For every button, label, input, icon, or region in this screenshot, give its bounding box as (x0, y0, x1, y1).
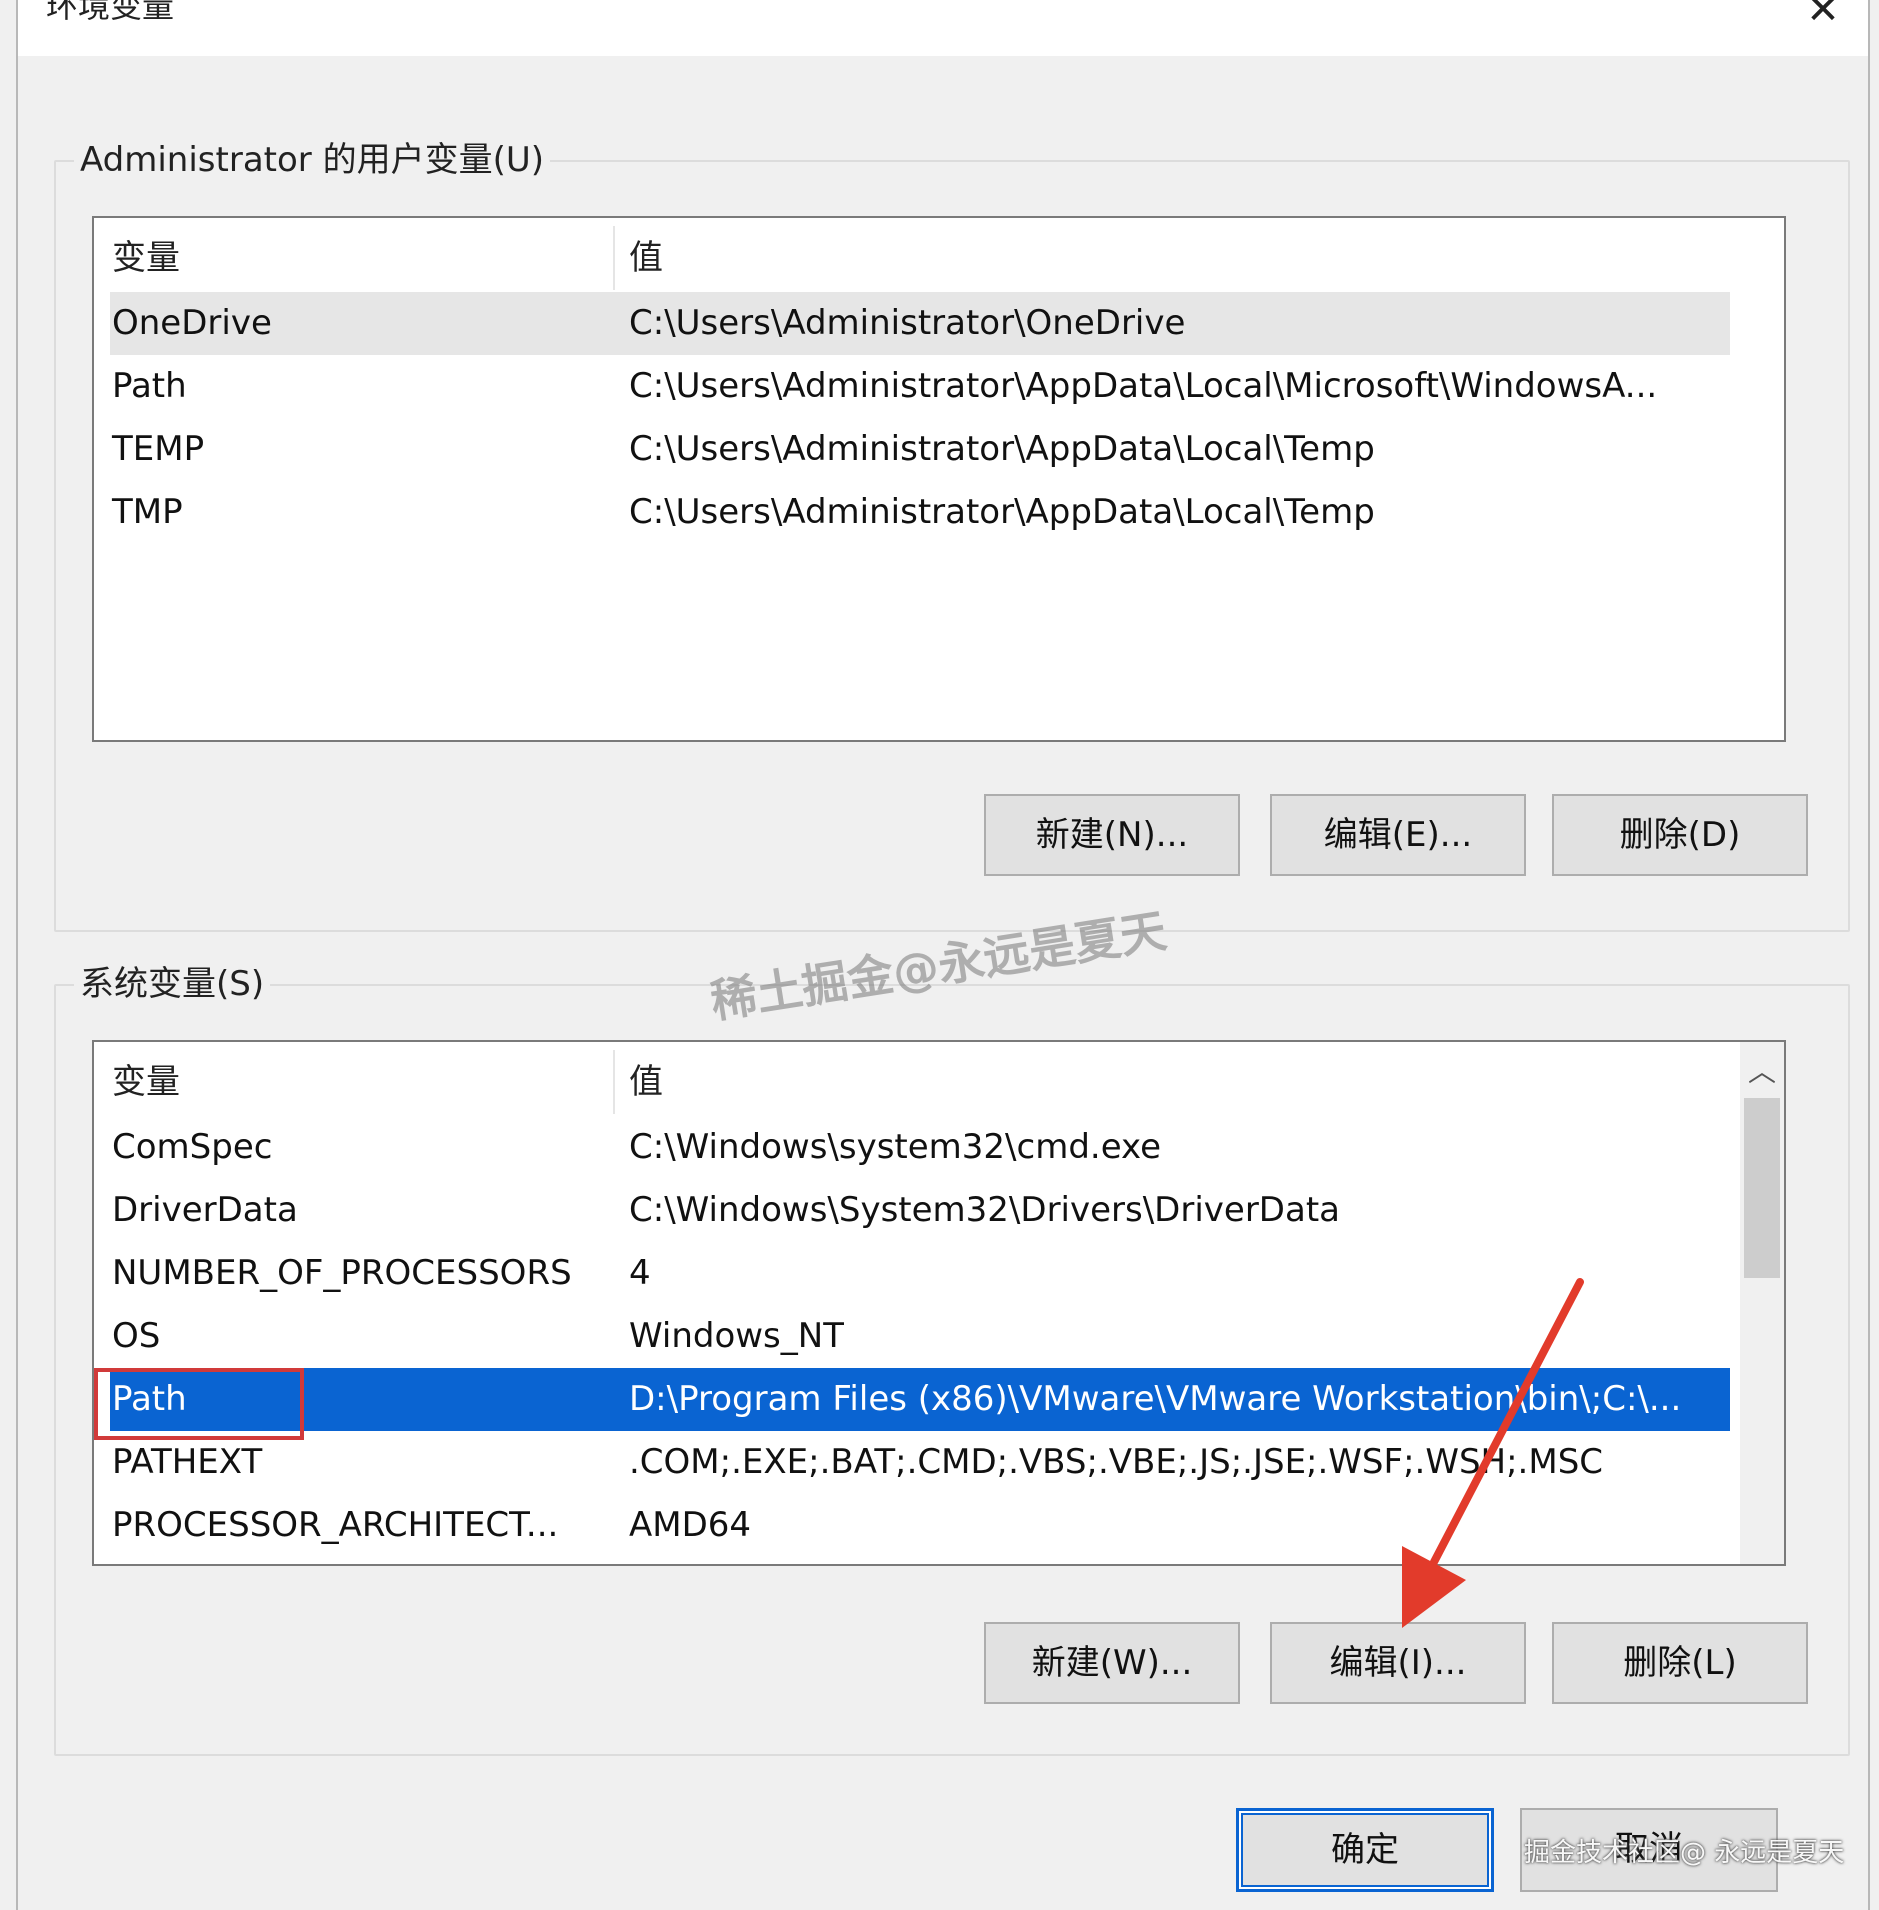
highlight-box (94, 1368, 304, 1440)
variable-value: C:\Users\Administrator\AppData\Local\Tem… (629, 492, 1375, 532)
list-header: 变量 值 (110, 1050, 663, 1114)
variable-name: NUMBER_OF_PROCESSORS (112, 1253, 572, 1293)
variable-value: 4 (629, 1253, 651, 1293)
table-row[interactable]: PROCESSOR_ARCHITECT... AMD64 (110, 1494, 1730, 1557)
column-header-variable[interactable]: 变量 (110, 226, 615, 290)
window-title: 环境变量 (46, 0, 175, 25)
user-new-button[interactable]: 新建(N)... (984, 794, 1240, 876)
variable-name: TEMP (112, 429, 205, 469)
table-row[interactable]: Path C:\Users\Administrator\AppData\Loca… (110, 355, 1730, 418)
variable-value: .COM;.EXE;.BAT;.CMD;.VBS;.VBE;.JS;.JSE;.… (629, 1442, 1604, 1482)
column-header-value[interactable]: 值 (615, 1050, 663, 1114)
system-delete-button[interactable]: 删除(L) (1552, 1622, 1808, 1704)
user-variables-group: Administrator 的用户变量(U) 变量 值 OneDrive C:\… (54, 140, 1850, 932)
variable-value: Windows_NT (629, 1316, 844, 1356)
user-delete-button[interactable]: 删除(D) (1552, 794, 1808, 876)
system-variables-label: 系统变量(S) (74, 964, 271, 1004)
variable-value: C:\Users\Administrator\AppData\Local\Tem… (629, 429, 1375, 469)
system-variables-list[interactable]: 变量 值 ComSpec C:\Windows\system32\cmd.exe… (92, 1040, 1786, 1566)
table-row-selected[interactable]: Path D:\Program Files (x86)\VMware\VMwar… (110, 1368, 1730, 1431)
user-edit-button[interactable]: 编辑(E)... (1270, 794, 1526, 876)
system-new-button[interactable]: 新建(W)... (984, 1622, 1240, 1704)
variable-name: TMP (112, 492, 183, 532)
table-row[interactable]: PATHEXT .COM;.EXE;.BAT;.CMD;.VBS;.VBE;.J… (110, 1431, 1730, 1494)
variable-value: C:\Users\Administrator\AppData\Local\Mic… (629, 366, 1658, 406)
table-row[interactable]: ComSpec C:\Windows\system32\cmd.exe (110, 1116, 1730, 1179)
system-variables-rows: ComSpec C:\Windows\system32\cmd.exe Driv… (110, 1116, 1730, 1557)
variable-value: C:\Windows\System32\Drivers\DriverData (629, 1190, 1340, 1230)
table-row[interactable]: OS Windows_NT (110, 1305, 1730, 1368)
chevron-up-icon[interactable]: ︿ (1740, 1050, 1784, 1094)
variable-name: DriverData (112, 1190, 298, 1230)
system-edit-button[interactable]: 编辑(I)... (1270, 1622, 1526, 1704)
variable-value: C:\Windows\system32\cmd.exe (629, 1127, 1162, 1167)
table-row[interactable]: DriverData C:\Windows\System32\Drivers\D… (110, 1179, 1730, 1242)
column-header-value[interactable]: 值 (615, 226, 663, 290)
table-row[interactable]: OneDrive C:\Users\Administrator\OneDrive (110, 292, 1730, 355)
vertical-scrollbar[interactable]: ︿ (1740, 1042, 1784, 1564)
variable-name: OS (112, 1316, 161, 1356)
variable-name: PATHEXT (112, 1442, 263, 1482)
variable-name: Path (112, 366, 187, 406)
ok-button[interactable]: 确定 (1236, 1808, 1494, 1892)
user-variables-rows: OneDrive C:\Users\Administrator\OneDrive… (110, 292, 1730, 544)
table-row[interactable]: TEMP C:\Users\Administrator\AppData\Loca… (110, 418, 1730, 481)
variable-value: D:\Program Files (x86)\VMware\VMware Wor… (629, 1379, 1682, 1419)
list-header: 变量 值 (110, 226, 663, 290)
scrollbar-thumb[interactable] (1744, 1098, 1780, 1278)
variable-value: C:\Users\Administrator\OneDrive (629, 303, 1186, 343)
title-bar: 环境变量 ✕ (18, 0, 1868, 56)
user-variables-list[interactable]: 变量 值 OneDrive C:\Users\Administrator\One… (92, 216, 1786, 742)
column-header-variable[interactable]: 变量 (110, 1050, 615, 1114)
table-row[interactable]: TMP C:\Users\Administrator\AppData\Local… (110, 481, 1730, 544)
system-variables-group: 系统变量(S) 变量 值 ComSpec C:\Windows\system32… (54, 964, 1850, 1756)
variable-name: OneDrive (112, 303, 272, 343)
user-variables-label: Administrator 的用户变量(U) (74, 140, 550, 180)
variable-value: AMD64 (629, 1505, 752, 1545)
variable-name: ComSpec (112, 1127, 273, 1167)
table-row[interactable]: NUMBER_OF_PROCESSORS 4 (110, 1242, 1730, 1305)
watermark-corner: 掘金技术社区@ 永远是夏天 (1524, 1838, 1845, 1868)
variable-name: PROCESSOR_ARCHITECT... (112, 1505, 559, 1545)
close-icon[interactable]: ✕ (1798, 0, 1848, 40)
